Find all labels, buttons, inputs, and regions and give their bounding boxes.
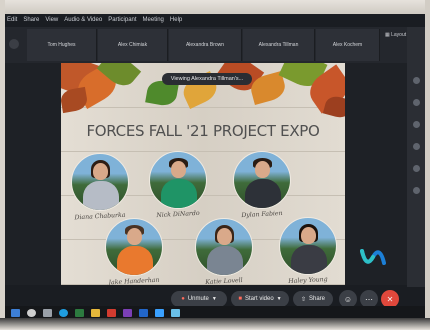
shared-slide: Viewing Alexandra Tillman's... FORCES FA… (61, 63, 345, 285)
store-icon[interactable] (75, 308, 84, 317)
panel-icon[interactable] (413, 165, 420, 172)
photo-edge-right (425, 0, 430, 330)
chevron-down-icon: ▼ (276, 296, 282, 302)
file-explorer-icon[interactable] (91, 308, 100, 317)
menu-bar: Edit Share View Audio & Video Participan… (5, 14, 425, 26)
more-icon: ⋯ (365, 294, 373, 304)
menu-edit[interactable]: Edit (7, 17, 17, 23)
previous-icon[interactable] (9, 39, 19, 49)
participant-name: Alexandra Brown (185, 42, 225, 48)
team-member-card: Jake Handerhan (105, 218, 163, 285)
menu-help[interactable]: Help (170, 17, 182, 23)
edge-browser-icon[interactable] (59, 308, 68, 317)
menu-audio-video[interactable]: Audio & Video (64, 17, 102, 23)
panel-icon[interactable] (413, 99, 420, 106)
layout-icon: ▦ (385, 32, 390, 38)
microphone-icon: ● (181, 296, 185, 302)
photo-edge-left (0, 0, 5, 330)
team-member-photo (71, 153, 129, 211)
photo-edge-top (0, 0, 430, 14)
webex-logo-icon (360, 249, 386, 265)
team-member-photo (149, 151, 207, 209)
menu-meeting[interactable]: Meeting (143, 17, 164, 23)
team-member-card: Nick DiNardo (149, 151, 207, 219)
chevron-down-icon: ▼ (211, 296, 217, 302)
participant-tile[interactable]: Alex Chimiak (98, 29, 168, 61)
menu-participant[interactable]: Participant (108, 17, 136, 23)
windows-start-icon[interactable] (11, 308, 20, 317)
slide-title: FORCES FALL '21 PROJECT EXPO (86, 122, 320, 140)
webex-taskbar-icon[interactable] (155, 308, 164, 317)
team-member-photo (279, 217, 337, 275)
share-icon: ⇧ (300, 296, 306, 303)
meeting-window: Edit Share View Audio & Video Participan… (0, 0, 430, 330)
participant-name: Alex Chimiak (117, 42, 148, 48)
participant-tile[interactable]: Alex Kochem (316, 29, 380, 61)
team-member-photo (105, 218, 163, 276)
panel-icon[interactable] (413, 77, 420, 84)
participant-tile[interactable]: Alexandra Brown (169, 29, 242, 61)
start-video-button[interactable]: ■ Start video ▼ (231, 291, 289, 307)
participant-tile[interactable]: Tom Hughes (27, 29, 97, 61)
share-viewing-banner: Viewing Alexandra Tillman's... (162, 73, 252, 85)
team-member-photo (233, 151, 291, 209)
panel-icon[interactable] (413, 187, 420, 194)
teams-icon[interactable] (123, 308, 132, 317)
participant-tile[interactable]: Alexandra Tillman (243, 29, 315, 61)
side-panel (407, 27, 425, 287)
team-member-card: Dylan Fabien (233, 151, 291, 219)
team-member-card: Haley Young (279, 217, 337, 285)
camera-icon: ■ (238, 296, 242, 302)
stage-left-margin (5, 63, 61, 285)
layout-button[interactable]: ▦ Layout (385, 32, 406, 38)
outlook-icon[interactable] (139, 308, 148, 317)
start-video-label: Start video (244, 296, 274, 302)
photo-edge-bottom (0, 318, 430, 330)
team-member-card: Katie Lovell (195, 218, 253, 285)
panel-icon[interactable] (413, 121, 420, 128)
menu-view[interactable]: View (45, 17, 58, 23)
layout-label: Layout (391, 32, 407, 38)
leave-icon: ✕ (386, 294, 394, 304)
app-taskbar-icon[interactable] (171, 308, 180, 317)
search-icon[interactable] (27, 308, 36, 317)
panel-icon[interactable] (413, 143, 420, 150)
share-button[interactable]: ⇧ Share (293, 291, 333, 307)
task-view-icon[interactable] (43, 308, 52, 317)
participant-name: Alexandra Tillman (258, 42, 299, 48)
team-member-card: Diana Chaburka (71, 153, 129, 221)
unmute-button[interactable]: ● Unmute ▼ (171, 291, 227, 307)
unmute-label: Unmute (187, 296, 209, 302)
menu-share[interactable]: Share (23, 17, 39, 23)
reactions-icon: ☺ (343, 294, 353, 304)
participant-name: Alex Kochem (332, 42, 363, 48)
acrobat-icon[interactable] (107, 308, 116, 317)
team-member-photo (195, 218, 253, 276)
participant-strip: Tom Hughes Alex Chimiak Alexandra Brown … (5, 27, 425, 63)
participant-name: Tom Hughes (47, 42, 76, 48)
share-label: Share (309, 296, 326, 302)
